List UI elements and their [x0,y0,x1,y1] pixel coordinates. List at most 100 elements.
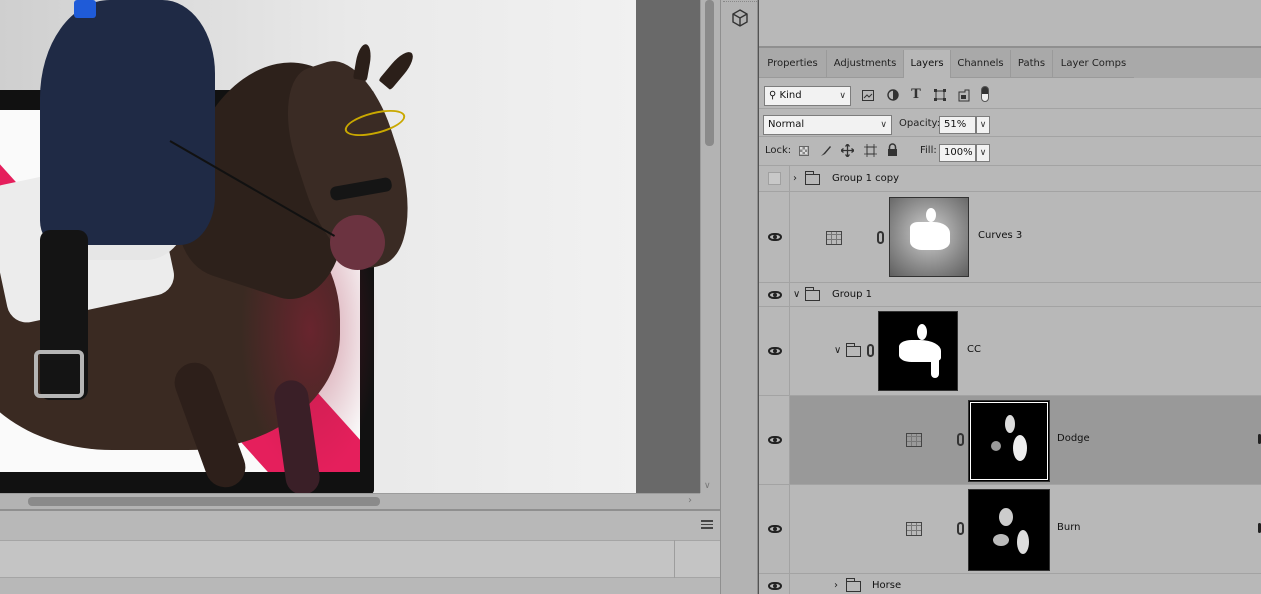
blend-mode-value: Normal [768,119,805,130]
tab-layers[interactable]: Layers [904,50,951,78]
layer-name[interactable]: CC [967,343,981,357]
horse-ear-artwork-2 [352,43,374,81]
visibility-cell[interactable] [759,574,790,594]
link-icon[interactable] [957,433,964,446]
group-mask-thumbnail[interactable] [878,311,958,391]
layer-row-group-1[interactable]: ∨ Group 1 [759,283,1261,307]
tab-properties[interactable]: Properties [759,50,827,78]
eye-icon[interactable] [768,233,782,241]
chevron-right-icon[interactable]: › [834,579,838,593]
eye-icon[interactable] [768,436,782,444]
vertical-scrollbar-thumb[interactable] [705,0,714,146]
visibility-cell[interactable] [759,485,790,573]
fill-input[interactable]: 100% [939,144,976,162]
tab-layer-comps[interactable]: Layer Comps [1053,50,1135,78]
scroll-right-icon[interactable]: › [688,495,692,506]
horse-muzzle-artwork [330,215,385,270]
layer-row-burn[interactable]: Burn [759,485,1261,574]
tab-paths[interactable]: Paths [1011,50,1053,78]
layer-row-horse[interactable]: › Horse [759,574,1261,594]
document-canvas-area: ∨ › [0,0,720,594]
opacity-dropdown-chevron-icon[interactable]: ∨ [976,116,990,134]
chevron-down-icon: ∨ [839,91,846,101]
lock-all-icon[interactable] [887,143,898,156]
mask-shape [993,534,1009,546]
panel-menu-icon[interactable] [701,520,713,529]
visibility-cell[interactable] [759,396,790,484]
lock-artboard-icon[interactable] [864,144,877,157]
layer-mask-thumbnail[interactable] [889,197,969,277]
chevron-down-icon: ∨ [880,120,887,130]
layer-row-group-1-copy[interactable]: › Group 1 copy [759,166,1261,192]
chevron-down-icon[interactable]: ∨ [834,344,841,358]
lock-pixels-icon[interactable] [820,145,832,157]
folder-icon [805,287,820,301]
layer-name[interactable]: Group 1 [832,288,872,302]
curves-adjustment-icon [826,231,842,245]
3d-cube-icon[interactable] [731,9,749,27]
layer-mask-thumbnail[interactable] [968,400,1050,482]
layer-name[interactable]: Curves 3 [978,229,1022,243]
folder-icon [846,578,861,592]
mask-shape [1017,530,1029,554]
mask-shape [926,208,936,222]
lock-transparent-icon[interactable] [799,146,809,156]
type-filter-icon[interactable]: T [909,87,923,102]
bottom-panel-bar [0,540,720,578]
tab-adjustments[interactable]: Adjustments [827,50,904,78]
horizontal-scrollbar-thumb[interactable] [28,497,380,506]
upper-panel-area [759,0,1261,48]
lock-position-icon[interactable] [841,144,854,157]
horizontal-scrollbar[interactable]: › [0,493,700,509]
eye-icon[interactable] [768,582,782,590]
filter-kind-select[interactable]: ⚲ Kind ∨ [764,86,851,106]
link-icon[interactable] [957,522,964,535]
chevron-right-icon[interactable]: › [793,172,797,186]
link-icon[interactable] [867,344,874,357]
mask-shape [1013,435,1027,461]
panel-dock-strip [720,0,758,594]
shape-filter-icon[interactable] [934,89,946,101]
adjustment-filter-icon[interactable] [887,89,899,101]
pasteboard [636,0,700,493]
eye-icon[interactable] [768,291,782,299]
smart-object-filter-icon[interactable] [958,89,970,102]
document-canvas[interactable] [0,0,636,493]
eye-icon[interactable] [768,525,782,533]
stirrup-artwork [34,350,84,398]
opacity-input[interactable]: 51% [939,116,976,134]
layer-name[interactable]: Burn [1057,521,1080,535]
link-icon[interactable] [877,231,884,244]
layer-row-curves-3[interactable]: Curves 3 [759,192,1261,283]
visibility-cell[interactable] [759,283,790,306]
layer-row-cc[interactable]: ∨ CC [759,307,1261,396]
layer-name[interactable]: Horse [872,579,901,593]
visibility-off-icon[interactable] [768,172,781,185]
chevron-down-icon[interactable]: ∨ [793,288,800,302]
blend-mode-select[interactable]: Normal ∨ [763,115,892,135]
mask-shape [1005,415,1015,433]
visibility-cell[interactable] [759,307,790,395]
vertical-scrollbar[interactable]: ∨ [700,0,718,493]
visibility-cell[interactable] [759,166,790,191]
horse-ear-artwork [378,47,418,91]
mask-shape [991,441,1001,451]
search-icon: ⚲ [769,90,777,101]
layer-mask-thumbnail[interactable] [968,489,1050,571]
panel-tab-bar: Properties Adjustments Layers Channels P… [759,48,1261,78]
layer-name[interactable]: Group 1 copy [832,172,899,186]
folder-icon [805,171,820,185]
pixel-filter-icon[interactable] [862,90,874,101]
tab-channels[interactable]: Channels [951,50,1011,78]
eye-icon[interactable] [768,347,782,355]
lock-row: Lock: Fill: 100% ∨ [759,137,1261,166]
visibility-cell[interactable] [759,192,790,282]
filter-toggle-icon[interactable] [981,86,989,102]
lock-label: Lock: [765,145,792,156]
scroll-down-icon[interactable]: ∨ [704,481,711,491]
dock-grip[interactable] [723,1,757,3]
curves-adjustment-icon [906,522,922,536]
layer-name[interactable]: Dodge [1057,432,1090,446]
layer-row-dodge[interactable]: Dodge [759,396,1261,485]
fill-dropdown-chevron-icon[interactable]: ∨ [976,144,990,162]
